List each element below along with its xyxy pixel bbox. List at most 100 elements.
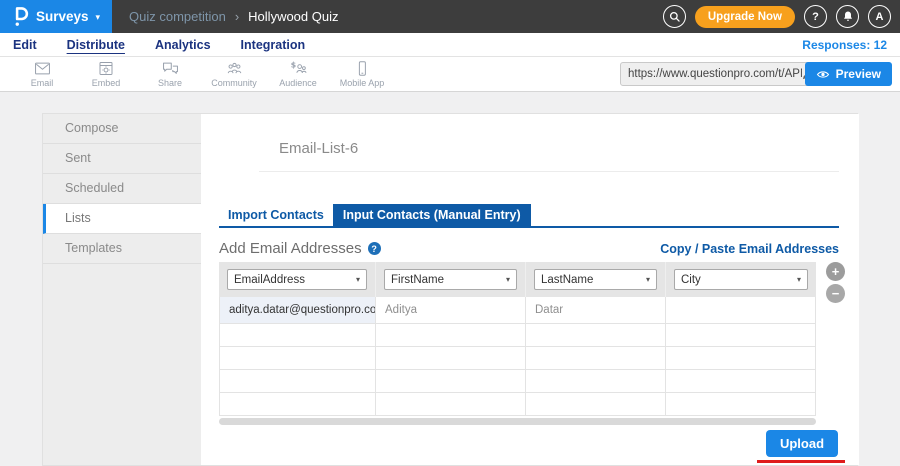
upgrade-now-button[interactable]: Upgrade Now	[695, 6, 795, 28]
cell-email[interactable]	[219, 347, 376, 370]
survey-url-field[interactable]: https://www.questionpro.com/t/APNrFZ	[620, 62, 822, 86]
channel-share[interactable]: Share	[138, 60, 202, 88]
cell-firstname[interactable]	[376, 324, 526, 347]
responses-count[interactable]: Responses: 12	[802, 38, 887, 52]
table-row	[219, 370, 816, 393]
email-sidebar: Compose Sent Scheduled Lists Templates	[43, 114, 201, 465]
annotation-red-underline	[757, 460, 845, 463]
column-select-value: EmailAddress	[234, 274, 305, 286]
nav-tab-integration[interactable]: Integration	[241, 38, 306, 52]
svg-text:$: $	[290, 61, 295, 70]
cell-email[interactable]: aditya.datar@questionpro.com	[219, 297, 376, 324]
column-select-firstname[interactable]: FirstName ▾	[384, 269, 517, 290]
email-distribution-panel: Compose Sent Scheduled Lists Templates E…	[42, 113, 858, 466]
cell-email[interactable]	[219, 370, 376, 393]
cell-city[interactable]	[666, 324, 816, 347]
cell-lastname[interactable]	[526, 347, 666, 370]
sidebar-item-templates[interactable]: Templates	[43, 234, 201, 264]
breadcrumb-current: Hollywood Quiz	[248, 9, 338, 24]
tab-import-contacts[interactable]: Import Contacts	[219, 204, 333, 226]
cell-firstname[interactable]: Aditya	[376, 297, 526, 324]
sidebar-item-scheduled[interactable]: Scheduled	[43, 174, 201, 204]
breadcrumb-separator-icon: ›	[235, 9, 239, 24]
cell-lastname[interactable]	[526, 324, 666, 347]
section-title: Add Email Addresses	[219, 240, 362, 257]
copy-paste-link[interactable]: Copy / Paste Email Addresses	[660, 242, 839, 256]
cell-lastname[interactable]: Datar	[526, 297, 666, 324]
column-select-value: LastName	[541, 274, 593, 286]
list-detail-panel: Email-List-6 Import Contacts Input Conta…	[201, 114, 859, 465]
remove-row-button[interactable]: −	[826, 284, 845, 303]
channel-label: Embed	[92, 78, 121, 88]
cell-lastname[interactable]	[526, 393, 666, 416]
distribute-toolbar: Email Embed	[0, 57, 900, 92]
notifications-button[interactable]	[836, 5, 859, 28]
cell-lastname[interactable]	[526, 370, 666, 393]
chevron-down-icon: ▾	[96, 10, 101, 23]
nav-tab-distribute[interactable]: Distribute	[67, 38, 125, 52]
contacts-tabs: Import Contacts Input Contacts (Manual E…	[219, 204, 531, 226]
cell-firstname[interactable]	[376, 370, 526, 393]
column-select-city[interactable]: City ▾	[674, 269, 808, 290]
channel-label: Email	[31, 78, 54, 88]
question-mark-icon: ?	[812, 11, 819, 23]
channel-community[interactable]: Community	[202, 60, 266, 88]
horizontal-scrollbar[interactable]	[219, 418, 816, 425]
bell-icon	[842, 10, 854, 23]
search-button[interactable]	[663, 5, 686, 28]
cell-city[interactable]	[666, 370, 816, 393]
preview-label: Preview	[836, 67, 881, 81]
cell-firstname[interactable]	[376, 393, 526, 416]
chevron-down-icon: ▾	[506, 275, 510, 284]
column-select-value: City	[681, 274, 701, 286]
share-icon	[161, 60, 180, 77]
sidebar-item-lists[interactable]: Lists	[43, 204, 201, 234]
audience-icon: $	[289, 60, 308, 77]
channel-email[interactable]: Email	[10, 60, 74, 88]
tab-input-contacts-manual[interactable]: Input Contacts (Manual Entry)	[333, 204, 531, 226]
breadcrumb-parent[interactable]: Quiz competition	[129, 9, 226, 24]
cell-email[interactable]	[219, 324, 376, 347]
cell-city[interactable]	[666, 393, 816, 416]
upload-button[interactable]: Upload	[766, 430, 838, 457]
surveys-menu-button[interactable]: Surveys ▾	[0, 0, 112, 33]
channel-list: Email Embed	[10, 60, 394, 88]
table-row	[219, 324, 816, 347]
channel-label: Share	[158, 78, 182, 88]
cell-firstname[interactable]	[376, 347, 526, 370]
app-window: Surveys ▾ Quiz competition › Hollywood Q…	[0, 0, 900, 466]
channel-mobile-app[interactable]: Mobile App	[330, 60, 394, 88]
channel-label: Mobile App	[340, 78, 385, 88]
preview-button[interactable]: Preview	[805, 62, 892, 86]
header-cell: City ▾	[666, 262, 816, 297]
topbar-actions: Upgrade Now ? A	[663, 5, 891, 28]
embed-icon	[97, 60, 115, 77]
sidebar-item-compose[interactable]: Compose	[43, 114, 201, 144]
channel-audience[interactable]: $ Audience	[266, 60, 330, 88]
survey-url-value: https://www.questionpro.com/t/APNrFZ	[628, 68, 802, 80]
account-avatar[interactable]: A	[868, 5, 891, 28]
help-button[interactable]: ?	[804, 5, 827, 28]
channel-label: Audience	[279, 78, 317, 88]
sidebar-item-sent[interactable]: Sent	[43, 144, 201, 174]
product-label: Surveys	[36, 9, 89, 24]
eye-icon	[816, 69, 830, 80]
questionpro-logo-icon	[12, 6, 29, 27]
nav-tab-edit[interactable]: Edit	[13, 38, 37, 52]
contacts-table: EmailAddress ▾ FirstName ▾ LastName	[219, 262, 816, 416]
column-select-emailaddress[interactable]: EmailAddress ▾	[227, 269, 367, 290]
table-row: aditya.datar@questionpro.com Aditya Data…	[219, 297, 816, 324]
cell-city[interactable]	[666, 297, 816, 324]
help-icon[interactable]: ?	[368, 242, 381, 255]
nav-tab-analytics[interactable]: Analytics	[155, 38, 211, 52]
channel-label: Community	[211, 78, 257, 88]
upgrade-now-label: Upgrade Now	[708, 11, 782, 23]
header-cell: LastName ▾	[526, 262, 666, 297]
email-icon	[33, 60, 52, 77]
cell-city[interactable]	[666, 347, 816, 370]
avatar-initial: A	[876, 11, 884, 23]
channel-embed[interactable]: Embed	[74, 60, 138, 88]
add-row-button[interactable]: +	[826, 262, 845, 281]
cell-email[interactable]	[219, 393, 376, 416]
column-select-lastname[interactable]: LastName ▾	[534, 269, 657, 290]
